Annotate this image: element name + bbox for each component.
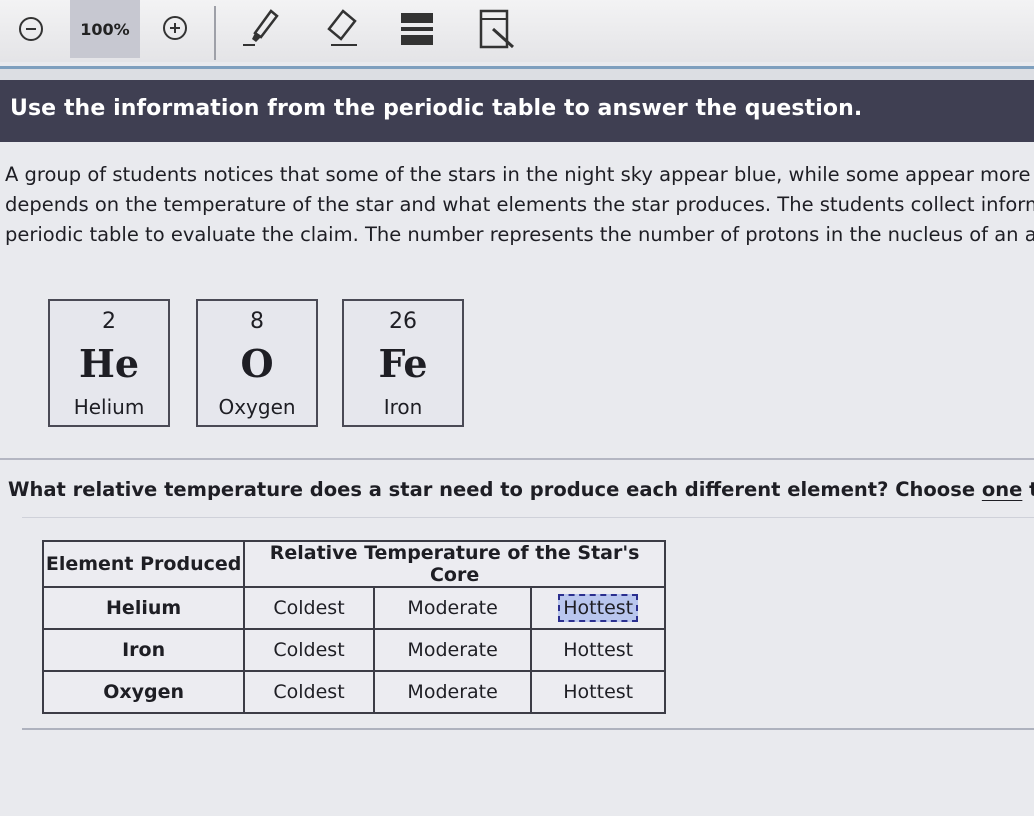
- choice-cell[interactable]: Coldest: [243, 586, 375, 630]
- choice-cell[interactable]: Hottest: [530, 586, 666, 630]
- element-name: Iron: [383, 395, 423, 419]
- element-symbol: He: [78, 341, 140, 386]
- eraser-icon: [327, 9, 357, 46]
- choice-moderate-option[interactable]: Moderate: [402, 636, 502, 664]
- row-label-helium: Helium: [41, 586, 246, 630]
- choice-coldest-option[interactable]: Coldest: [268, 636, 349, 664]
- element-card-oxygen: 8 O Oxygen: [196, 299, 318, 427]
- passage-line: periodic table to evaluate the claim. Th…: [5, 223, 1034, 246]
- reference-sheet-button[interactable]: [472, 6, 520, 52]
- passage-line: A group of students notices that some of…: [5, 163, 1034, 186]
- header-relative-temperature: Relative Temperature of the Star's Core: [243, 540, 666, 588]
- element-symbol: O: [240, 341, 274, 386]
- choice-coldest-option[interactable]: Coldest: [268, 594, 349, 622]
- element-name: Helium: [73, 395, 145, 419]
- plus-circle-icon: [163, 16, 187, 40]
- question-after: temperatu: [1029, 478, 1034, 501]
- minus-circle-icon: [19, 17, 43, 41]
- question-underlined: one: [981, 478, 1023, 501]
- atomic-number: 26: [389, 309, 417, 334]
- choice-cell[interactable]: Moderate: [372, 586, 533, 630]
- question-divider: [22, 517, 1034, 518]
- passage: A group of students notices that some of…: [5, 160, 1034, 250]
- choice-cell[interactable]: Hottest: [530, 628, 666, 672]
- element-symbol: Fe: [378, 341, 428, 386]
- element-card-iron: 26 Fe Iron: [342, 299, 464, 427]
- line-reader-icon: [401, 13, 433, 45]
- element-name: Oxygen: [218, 395, 296, 419]
- toolbar-divider: [214, 6, 216, 60]
- section-divider: [0, 458, 1034, 460]
- choice-cell[interactable]: Coldest: [243, 670, 375, 714]
- row-label-iron: Iron: [41, 628, 246, 672]
- question-text: What relative temperature does a star ne…: [8, 478, 1034, 501]
- atomic-number: 8: [250, 309, 264, 334]
- toolbar-strip: [0, 69, 1034, 80]
- highlighter-button[interactable]: [238, 6, 286, 52]
- answer-table: Element Produced Relative Temperature of…: [41, 540, 666, 714]
- choice-hottest-option[interactable]: Hottest: [558, 678, 638, 706]
- zoom-out-button[interactable]: [16, 14, 46, 44]
- instruction-text: Use the information from the periodic ta…: [10, 96, 863, 121]
- passage-line: depends on the temperature of the star a…: [5, 193, 1034, 216]
- choice-cell[interactable]: Hottest: [530, 670, 666, 714]
- question-before: What relative temperature does a star ne…: [8, 478, 982, 501]
- zoom-level: 100%: [70, 0, 140, 58]
- header-element-produced: Element Produced: [41, 540, 246, 588]
- choice-moderate-option[interactable]: Moderate: [402, 678, 502, 706]
- reference-sheet-icon: [479, 9, 515, 49]
- eraser-button[interactable]: [318, 6, 366, 52]
- choice-hottest-option[interactable]: Hottest: [558, 636, 638, 664]
- bottom-divider: [22, 728, 1034, 730]
- table-row: Iron Coldest Moderate Hottest: [41, 628, 666, 672]
- table-row: Oxygen Coldest Moderate Hottest: [41, 670, 666, 714]
- choice-cell[interactable]: Coldest: [243, 628, 375, 672]
- row-label-oxygen: Oxygen: [41, 670, 246, 714]
- choice-cell[interactable]: Moderate: [372, 628, 533, 672]
- choice-coldest-option[interactable]: Coldest: [268, 678, 349, 706]
- table-row: Helium Coldest Moderate Hottest: [41, 586, 666, 630]
- element-card-helium: 2 He Helium: [48, 299, 170, 427]
- table-header-row: Element Produced Relative Temperature of…: [41, 540, 666, 588]
- choice-moderate-option[interactable]: Moderate: [402, 594, 502, 622]
- choice-hottest-option[interactable]: Hottest: [558, 594, 639, 622]
- highlighter-icon: [243, 9, 279, 46]
- choice-cell[interactable]: Moderate: [372, 670, 533, 714]
- instruction-bar: Use the information from the periodic ta…: [0, 80, 1034, 142]
- toolbar: 100%: [0, 0, 1034, 62]
- line-reader-button[interactable]: [394, 6, 442, 52]
- zoom-in-button[interactable]: [160, 13, 190, 43]
- atomic-number: 2: [102, 309, 116, 334]
